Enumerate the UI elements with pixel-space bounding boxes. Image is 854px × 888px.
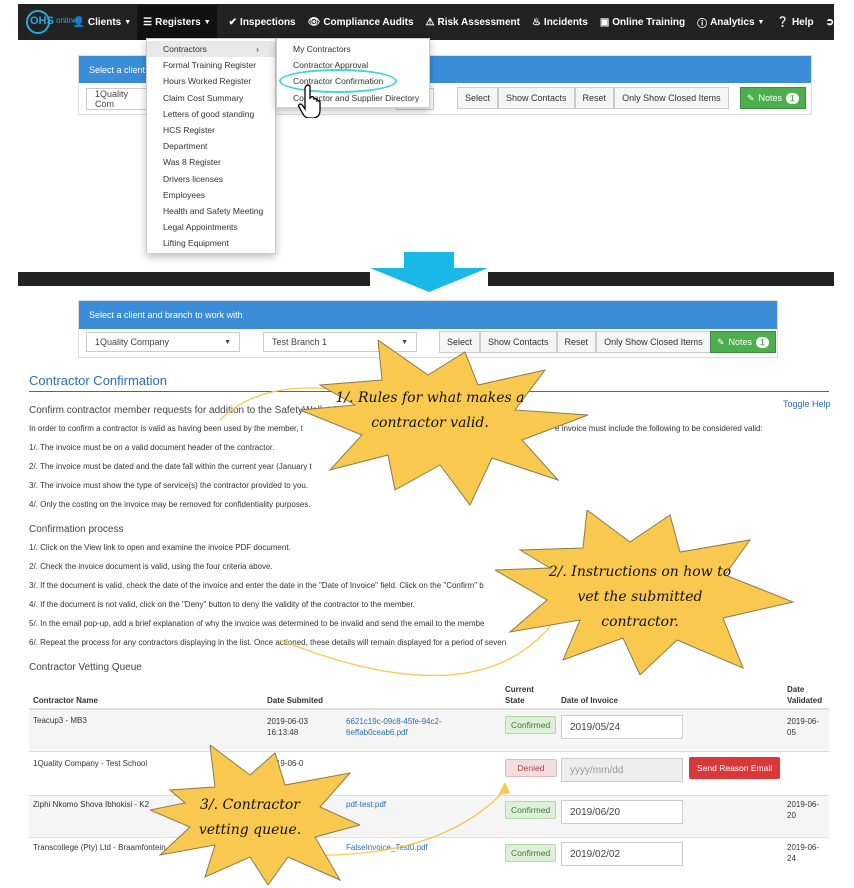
- arrowhead: [498, 782, 510, 795]
- callout-instructions: 2/. Instructions on how to vet the submi…: [548, 564, 732, 631]
- callout-rules: 1/. Rules for what makes a contractor va…: [335, 390, 525, 432]
- callout-queue: 3/. Contractor vetting queue.: [198, 797, 302, 839]
